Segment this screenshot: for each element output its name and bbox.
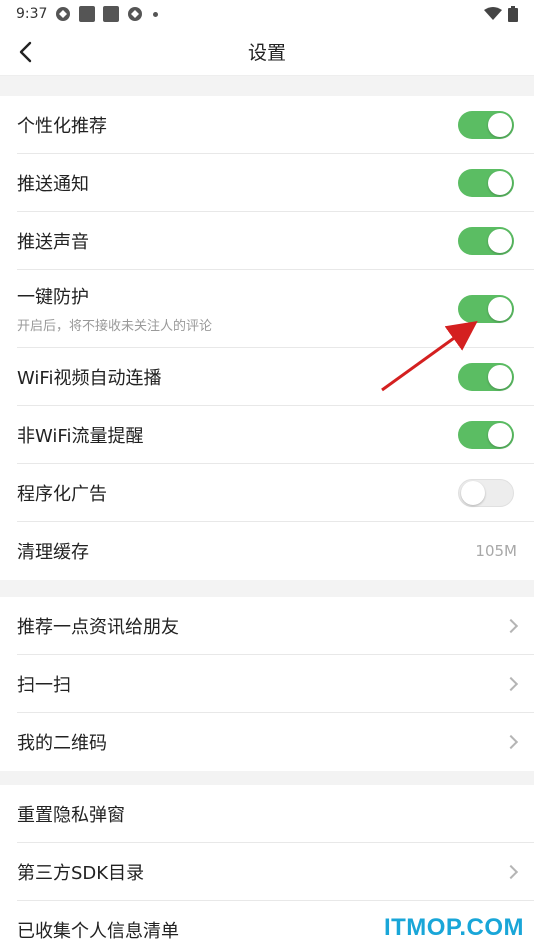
- setting-label: 推送声音: [17, 231, 89, 253]
- setting-label: 扫一扫: [17, 674, 71, 696]
- privacy-third-party-sdk[interactable]: 第三方SDK目录: [17, 843, 534, 901]
- setting-label: WiFi视频自动连播: [17, 367, 162, 389]
- push-sound-toggle[interactable]: [458, 226, 514, 255]
- setting-clear-cache[interactable]: 清理缓存 105M: [17, 522, 534, 580]
- setting-non-wifi-data-reminder[interactable]: 非WiFi流量提醒: [17, 406, 534, 464]
- setting-label: 程序化广告: [17, 483, 107, 505]
- app-notification-icon: [79, 6, 96, 22]
- setting-label: 一键防护: [17, 287, 89, 308]
- chevron-right-icon: [503, 676, 519, 691]
- back-arrow-icon[interactable]: [14, 40, 38, 64]
- one-key-protection-toggle[interactable]: [458, 294, 514, 323]
- toggle-knob: [488, 422, 512, 447]
- personalized-recommend-toggle[interactable]: [458, 110, 514, 139]
- setting-wifi-autoplay[interactable]: WiFi视频自动连播: [17, 348, 534, 406]
- page-title: 设置: [247, 42, 286, 64]
- setting-label: 推送通知: [17, 173, 89, 195]
- toggle-knob: [488, 364, 512, 389]
- setting-label: 我的二维码: [17, 733, 107, 754]
- settings-section-share: 推荐一点资讯给朋友 扫一扫 我的二维码: [0, 597, 534, 771]
- setting-programmatic-ads[interactable]: 程序化广告: [17, 464, 534, 522]
- push-notification-toggle[interactable]: [458, 168, 514, 197]
- setting-label: 重置隐私弹窗: [17, 804, 125, 826]
- toggle-knob: [488, 228, 512, 253]
- status-bar: 9:37: [0, 0, 534, 28]
- wifi-icon: [484, 7, 502, 20]
- toggle-knob: [488, 296, 512, 321]
- chevron-right-icon: [503, 864, 519, 879]
- setting-personalized-recommend[interactable]: 个性化推荐: [17, 96, 534, 154]
- battery-icon: [508, 6, 518, 22]
- app-notification-icon: [56, 7, 71, 21]
- share-my-qr-code[interactable]: 我的二维码: [17, 713, 534, 771]
- setting-label: 已收集个人信息清单: [17, 921, 179, 942]
- setting-label: 非WiFi流量提醒: [17, 425, 144, 447]
- settings-section-general: 个性化推荐 推送通知 推送声音 一键防护 开启后，将不接收未关注人的评论 WiF…: [0, 96, 534, 580]
- setting-label: 推荐一点资讯给朋友: [17, 616, 179, 638]
- setting-push-notification[interactable]: 推送通知: [17, 154, 534, 212]
- chevron-right-icon: [503, 734, 519, 750]
- toggle-knob: [488, 112, 512, 137]
- setting-description: 开启后，将不接收未关注人的评论: [17, 319, 213, 334]
- share-scan[interactable]: 扫一扫: [17, 655, 534, 713]
- status-time: 9:37: [16, 6, 48, 22]
- cache-size-value: 105M: [475, 542, 517, 560]
- setting-label: 清理缓存: [17, 542, 89, 563]
- app-notification-icon: [103, 6, 120, 22]
- toggle-knob: [461, 480, 485, 505]
- wifi-autoplay-toggle[interactable]: [458, 362, 514, 391]
- privacy-reset-popup[interactable]: 重置隐私弹窗: [17, 785, 534, 843]
- setting-label: 个性化推荐: [17, 115, 107, 137]
- programmatic-ads-toggle[interactable]: [458, 478, 514, 507]
- toggle-knob: [488, 170, 512, 195]
- more-notifications-dot-icon: [153, 11, 159, 17]
- chevron-right-icon: [503, 618, 519, 633]
- app-notification-icon: [128, 7, 143, 21]
- setting-one-key-protection[interactable]: 一键防护 开启后，将不接收未关注人的评论: [17, 270, 534, 348]
- share-recommend-to-friends[interactable]: 推荐一点资讯给朋友: [17, 597, 534, 655]
- non-wifi-data-reminder-toggle[interactable]: [458, 420, 514, 449]
- setting-push-sound[interactable]: 推送声音: [17, 212, 534, 270]
- app-bar: 设置: [0, 28, 534, 76]
- watermark-logo: ITMOP.COM: [383, 914, 524, 941]
- setting-label: 第三方SDK目录: [17, 862, 145, 884]
